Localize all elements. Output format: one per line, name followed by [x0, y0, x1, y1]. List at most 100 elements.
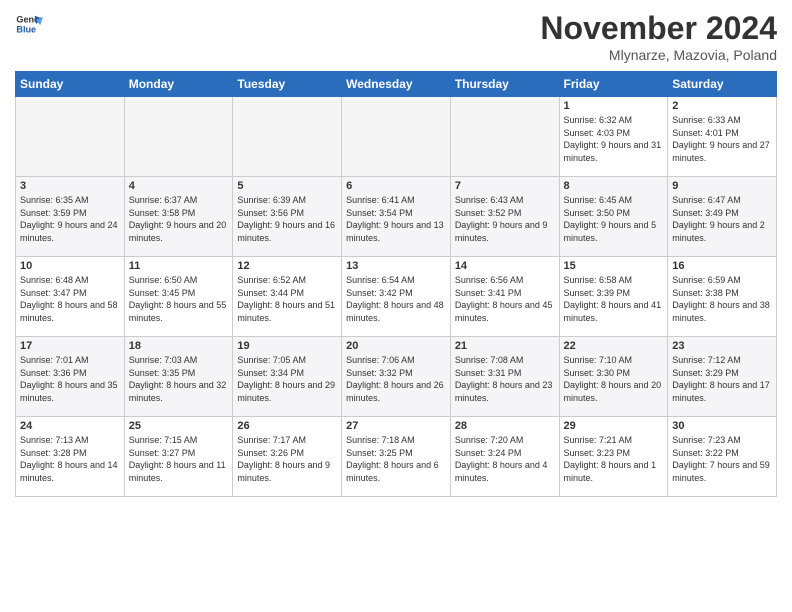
- table-row: 16Sunrise: 6:59 AM Sunset: 3:38 PM Dayli…: [668, 257, 777, 337]
- day-info: Sunrise: 6:58 AM Sunset: 3:39 PM Dayligh…: [564, 274, 664, 324]
- table-row: 19 Sunrise: 7:05 AM Sunset: 3:34 PM Dayli…: [233, 337, 342, 417]
- day-number: 20: [346, 340, 446, 352]
- day-number: 19: [237, 340, 337, 352]
- day-number: 4: [129, 180, 229, 192]
- day-number: 24: [20, 420, 120, 432]
- table-row: [16, 97, 125, 177]
- day-number: 3: [20, 180, 120, 192]
- table-row: 11 Sunrise: 6:50 AM Sunset: 3:45 PM Dayli…: [124, 257, 233, 337]
- day-info: Sunrise: 7:18 AM Sunset: 3:25 PM Dayligh…: [346, 434, 446, 484]
- day-info: Sunrise: 6:33 AM Sunset: 4:01 PM Dayligh…: [672, 114, 772, 164]
- table-row: 2 Sunrise: 6:33 AM Sunset: 4:01 PM Daylig…: [668, 97, 777, 177]
- day-info: Sunrise: 7:10 AM Sunset: 3:30 PM Dayligh…: [564, 354, 664, 404]
- table-row: 27 Sunrise: 7:18 AM Sunset: 3:25 PM Dayli…: [342, 417, 451, 497]
- day-number: 30: [672, 420, 772, 432]
- table-row: 14Sunrise: 6:56 AM Sunset: 3:41 PM Dayli…: [450, 257, 559, 337]
- logo: General Blue: [15, 10, 43, 38]
- header: General Blue November 2024 Mlynarze, Maz…: [15, 10, 777, 63]
- month-title: November 2024: [540, 10, 777, 47]
- day-info: Sunrise: 6:50 AM Sunset: 3:45 PM Dayligh…: [129, 274, 229, 324]
- table-row: 7 Sunrise: 6:43 AM Sunset: 3:52 PM Daylig…: [450, 177, 559, 257]
- table-row: 20 Sunrise: 7:06 AM Sunset: 3:32 PM Dayli…: [342, 337, 451, 417]
- table-row: 5 Sunrise: 6:39 AM Sunset: 3:56 PM Daylig…: [233, 177, 342, 257]
- logo-icon: General Blue: [15, 10, 43, 38]
- header-saturday: Saturday: [668, 72, 777, 97]
- header-wednesday: Wednesday: [342, 72, 451, 97]
- calendar-table: Sunday Monday Tuesday Wednesday Thursday…: [15, 71, 777, 497]
- table-row: [124, 97, 233, 177]
- table-row: 12Sunrise: 6:52 AM Sunset: 3:44 PM Dayli…: [233, 257, 342, 337]
- day-number: 26: [237, 420, 337, 432]
- table-row: 6Sunrise: 6:41 AM Sunset: 3:54 PM Daylig…: [342, 177, 451, 257]
- table-row: [450, 97, 559, 177]
- table-row: [233, 97, 342, 177]
- day-number: 27: [346, 420, 446, 432]
- page-container: General Blue November 2024 Mlynarze, Maz…: [0, 0, 792, 507]
- day-info: Sunrise: 7:12 AM Sunset: 3:29 PM Dayligh…: [672, 354, 772, 404]
- day-info: Sunrise: 6:32 AM Sunset: 4:03 PM Dayligh…: [564, 114, 664, 164]
- day-number: 9: [672, 180, 772, 192]
- day-info: Sunrise: 7:01 AM Sunset: 3:36 PM Dayligh…: [20, 354, 120, 404]
- table-row: 1Sunrise: 6:32 AM Sunset: 4:03 PM Daylig…: [559, 97, 668, 177]
- day-number: 10: [20, 260, 120, 272]
- table-row: 13 Sunrise: 6:54 AM Sunset: 3:42 PM Dayli…: [342, 257, 451, 337]
- day-number: 21: [455, 340, 555, 352]
- svg-text:Blue: Blue: [16, 24, 36, 34]
- table-row: 17 Sunrise: 7:01 AM Sunset: 3:36 PM Dayli…: [16, 337, 125, 417]
- day-info: Sunrise: 6:37 AM Sunset: 3:58 PM Dayligh…: [129, 194, 229, 244]
- day-info: Sunrise: 7:23 AM Sunset: 3:22 PM Dayligh…: [672, 434, 772, 484]
- day-info: Sunrise: 7:06 AM Sunset: 3:32 PM Dayligh…: [346, 354, 446, 404]
- day-number: 18: [129, 340, 229, 352]
- day-number: 15: [564, 260, 664, 272]
- day-number: 13: [346, 260, 446, 272]
- table-row: 18 Sunrise: 7:03 AM Sunset: 3:35 PM Dayli…: [124, 337, 233, 417]
- day-number: 11: [129, 260, 229, 272]
- day-number: 29: [564, 420, 664, 432]
- day-info: Sunrise: 7:03 AM Sunset: 3:35 PM Dayligh…: [129, 354, 229, 404]
- day-number: 25: [129, 420, 229, 432]
- day-info: Sunrise: 6:41 AM Sunset: 3:54 PM Dayligh…: [346, 194, 446, 244]
- header-sunday: Sunday: [16, 72, 125, 97]
- day-number: 23: [672, 340, 772, 352]
- table-row: 21Sunrise: 7:08 AM Sunset: 3:31 PM Dayli…: [450, 337, 559, 417]
- day-number: 8: [564, 180, 664, 192]
- table-row: 15 Sunrise: 6:58 AM Sunset: 3:39 PM Dayli…: [559, 257, 668, 337]
- day-number: 22: [564, 340, 664, 352]
- table-row: 29 Sunrise: 7:21 AM Sunset: 3:23 PM Dayli…: [559, 417, 668, 497]
- header-tuesday: Tuesday: [233, 72, 342, 97]
- day-info: Sunrise: 7:13 AM Sunset: 3:28 PM Dayligh…: [20, 434, 120, 484]
- day-info: Sunrise: 6:47 AM Sunset: 3:49 PM Dayligh…: [672, 194, 772, 244]
- day-info: Sunrise: 7:20 AM Sunset: 3:24 PM Dayligh…: [455, 434, 555, 484]
- subtitle: Mlynarze, Mazovia, Poland: [540, 47, 777, 63]
- day-number: 5: [237, 180, 337, 192]
- table-row: 28 Sunrise: 7:20 AM Sunset: 3:24 PM Dayli…: [450, 417, 559, 497]
- day-number: 7: [455, 180, 555, 192]
- day-info: Sunrise: 6:45 AM Sunset: 3:50 PM Dayligh…: [564, 194, 664, 244]
- table-row: 3Sunrise: 6:35 AM Sunset: 3:59 PM Daylig…: [16, 177, 125, 257]
- table-row: [342, 97, 451, 177]
- day-number: 28: [455, 420, 555, 432]
- table-row: 25Sunrise: 7:15 AM Sunset: 3:27 PM Dayli…: [124, 417, 233, 497]
- day-info: Sunrise: 6:39 AM Sunset: 3:56 PM Dayligh…: [237, 194, 337, 244]
- day-info: Sunrise: 6:54 AM Sunset: 3:42 PM Dayligh…: [346, 274, 446, 324]
- header-monday: Monday: [124, 72, 233, 97]
- day-info: Sunrise: 7:21 AM Sunset: 3:23 PM Dayligh…: [564, 434, 664, 484]
- table-row: 22 Sunrise: 7:10 AM Sunset: 3:30 PM Dayli…: [559, 337, 668, 417]
- day-number: 12: [237, 260, 337, 272]
- title-block: November 2024 Mlynarze, Mazovia, Poland: [540, 10, 777, 63]
- day-info: Sunrise: 7:05 AM Sunset: 3:34 PM Dayligh…: [237, 354, 337, 404]
- header-row: Sunday Monday Tuesday Wednesday Thursday…: [16, 72, 777, 97]
- day-number: 14: [455, 260, 555, 272]
- day-info: Sunrise: 6:48 AM Sunset: 3:47 PM Dayligh…: [20, 274, 120, 324]
- table-row: 10 Sunrise: 6:48 AM Sunset: 3:47 PM Dayli…: [16, 257, 125, 337]
- header-friday: Friday: [559, 72, 668, 97]
- table-row: 9 Sunrise: 6:47 AM Sunset: 3:49 PM Daylig…: [668, 177, 777, 257]
- table-row: 30 Sunrise: 7:23 AM Sunset: 3:22 PM Dayli…: [668, 417, 777, 497]
- table-row: 4 Sunrise: 6:37 AM Sunset: 3:58 PM Daylig…: [124, 177, 233, 257]
- day-number: 17: [20, 340, 120, 352]
- day-number: 2: [672, 100, 772, 112]
- day-info: Sunrise: 6:43 AM Sunset: 3:52 PM Dayligh…: [455, 194, 555, 244]
- header-thursday: Thursday: [450, 72, 559, 97]
- day-info: Sunrise: 6:59 AM Sunset: 3:38 PM Dayligh…: [672, 274, 772, 324]
- table-row: 23 Sunrise: 7:12 AM Sunset: 3:29 PM Dayli…: [668, 337, 777, 417]
